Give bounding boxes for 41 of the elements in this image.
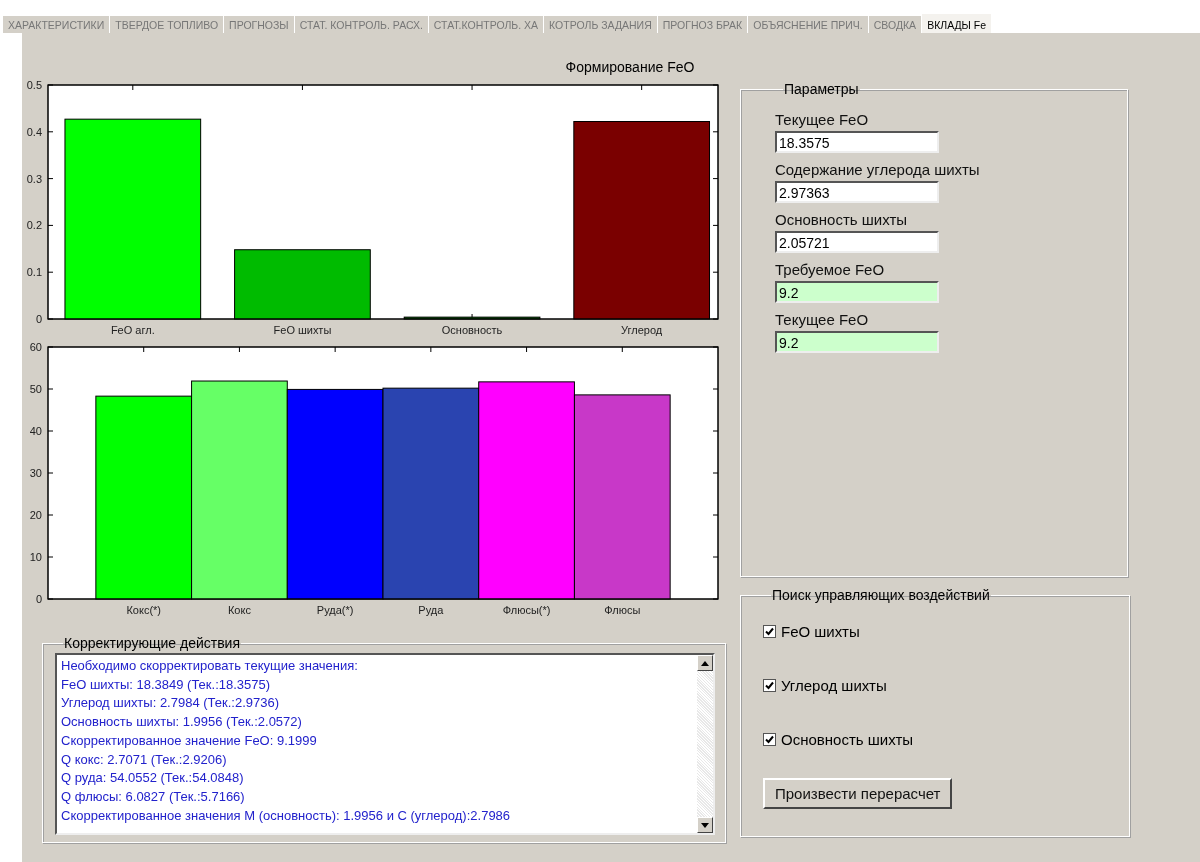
text-line: Скорректированное значение FeO: 9.1999 bbox=[61, 731, 318, 750]
group-title: Поиск управляющих воздействий bbox=[771, 587, 991, 603]
field-label: Основность шихты bbox=[775, 211, 909, 228]
x-tick-label: FeO агл. bbox=[110, 324, 155, 336]
chart-title: Формирование FeO bbox=[564, 59, 696, 77]
x-tick-label: Углерод bbox=[621, 324, 663, 336]
y-tick-label: 0 bbox=[35, 593, 42, 605]
y-tick-label: 30 bbox=[29, 467, 42, 479]
x-tick-label: Флюсы(*) bbox=[502, 604, 551, 616]
y-tick-label: 0.5 bbox=[26, 79, 42, 91]
text-line: Скорректированное значения M (основность): 1.9956 и C (углерод):2.7986 bbox=[61, 806, 512, 825]
y-tick-label: 20 bbox=[29, 509, 42, 521]
text-line: FeO шихты: 18.3849 (Тек.:18.3575) bbox=[61, 675, 272, 694]
y-tick-label: 0.2 bbox=[26, 219, 42, 232]
group-title: Корректирующие действия bbox=[63, 635, 241, 651]
x-tick-label: Флюсы bbox=[604, 604, 641, 616]
text-line: Основность шихты: 1.9956 (Тек.:2.0572) bbox=[61, 713, 303, 732]
y-tick-label: 40 bbox=[29, 425, 42, 437]
x-tick-label: Руда bbox=[418, 604, 444, 616]
text-line: Необходимо скорректировать текущие значения: bbox=[61, 657, 359, 675]
text-line: Q руда: 54.0552 (Тек.:54.0848) bbox=[61, 769, 245, 788]
field-label: Текущее FeO bbox=[775, 111, 870, 128]
field-label: Текущее FeO bbox=[775, 311, 870, 328]
y-tick-label: 50 bbox=[29, 383, 42, 395]
y-tick-label: 0.4 bbox=[26, 125, 42, 138]
y-tick-label: 0.1 bbox=[26, 266, 42, 279]
x-tick-label: Основность bbox=[441, 324, 503, 336]
y-tick-label: 0 bbox=[35, 313, 42, 325]
text-line: Q кокс: 2.7071 (Тек.:2.9206) bbox=[61, 750, 228, 769]
y-tick-label: 10 bbox=[29, 551, 42, 563]
text-line: Q флюсы: 6.0827 (Тек.:5.7166) bbox=[61, 787, 246, 806]
x-tick-label: Кокс bbox=[227, 604, 251, 616]
y-tick-label: 60 bbox=[29, 341, 42, 353]
x-tick-label: Кокс(*) bbox=[126, 604, 161, 616]
group-title: Параметры bbox=[783, 81, 860, 97]
y-tick-label: 0.3 bbox=[26, 172, 42, 185]
field-label: Требуемое FeO bbox=[775, 261, 886, 278]
x-tick-label: FeO шихты bbox=[273, 324, 332, 336]
text-line: Углерод шихты: 2.7984 (Тек.:2.9736) bbox=[61, 694, 281, 713]
x-tick-label: Руда(*) bbox=[316, 604, 354, 616]
field-label: Содержание углерода шихты bbox=[775, 161, 981, 178]
